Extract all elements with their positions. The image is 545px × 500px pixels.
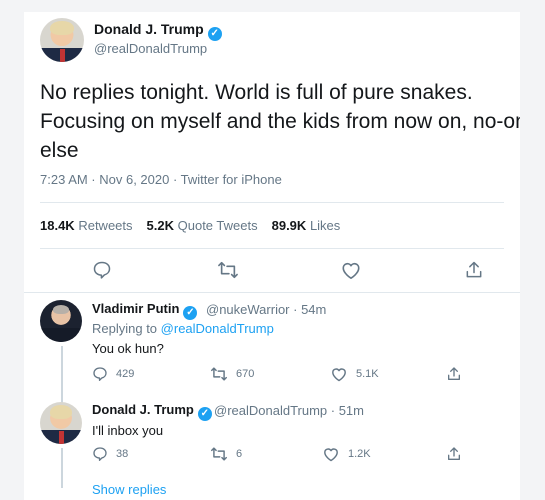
tweet-card: Donald J. Trump ✓ @realDonaldTrump No rep… [24,12,520,500]
reply-handle-time[interactable]: @nukeWarrior · 54m [206,302,326,317]
like-button[interactable]: 1.2K [322,446,371,462]
divider [40,202,504,203]
tweet-text: No replies tonight. World is full of pur… [40,78,520,165]
divider [40,248,504,249]
tweet-text-line: Focusing on myself and the kids from now… [40,110,520,133]
verified-icon: ✓ [197,407,212,421]
like-icon [342,262,360,279]
show-replies-link[interactable]: Show replies [92,482,166,497]
retweet-icon [211,367,227,381]
reply-button[interactable]: 38 [92,446,128,462]
main-action-bar [24,260,520,284]
reply-icon [93,447,107,461]
reply-count: 38 [116,448,129,460]
like-icon [324,448,338,462]
tweet-text-line: else [40,139,79,162]
share-button[interactable] [464,260,484,280]
reply-text: You ok hun? [92,341,164,356]
reply-action-bar: 38 6 1.2K [24,446,520,464]
retweet-button[interactable]: 670 [210,366,254,382]
retweet-icon [218,261,238,279]
quotes-stat[interactable]: 5.2K Quote Tweets [147,218,258,233]
retweet-button[interactable] [217,260,239,280]
share-icon [448,367,460,380]
tweet-stats: 18.4K Retweets 5.2K Quote Tweets 89.9K Lik… [40,218,340,233]
reply-icon [93,367,107,381]
share-icon [448,447,460,460]
verified-icon: ✓ [183,306,198,320]
reply-author-name[interactable]: Vladimir Putin ✓ [92,301,198,320]
reply-button[interactable]: 429 [92,366,134,382]
retweet-button[interactable]: 6 [210,446,242,462]
replying-to-link[interactable]: @realDonaldTrump [161,321,274,336]
author-name[interactable]: Donald J. Trump ✓ [94,21,222,41]
reply-author-name[interactable]: Donald J. Trump ✓ [92,402,212,421]
reply-icon [93,261,111,279]
share-button[interactable] [446,366,462,382]
likes-stat[interactable]: 89.9K Likes [272,218,341,233]
author-name-text: Donald J. Trump [94,21,204,37]
verified-icon: ✓ [207,27,222,41]
retweet-icon [211,447,227,461]
avatar[interactable] [40,18,84,62]
divider [24,292,520,293]
avatar[interactable] [40,300,82,342]
like-button[interactable]: 5.1K [330,366,379,382]
reply-action-bar: 429 670 5.1K [24,366,520,384]
like-icon [332,368,346,382]
retweets-stat[interactable]: 18.4K Retweets [40,218,133,233]
author-handle[interactable]: @realDonaldTrump [94,41,207,56]
replying-to: Replying to @realDonaldTrump [92,321,274,336]
tweet-text-line: No replies tonight. World is full of pur… [40,81,473,104]
tweet-timestamp[interactable]: 7:23 AM · Nov 6, 2020 · Twitter for iPho… [40,172,282,187]
avatar[interactable] [40,402,82,444]
share-button[interactable] [446,446,462,462]
reply-text: I'll inbox you [92,423,164,438]
like-button[interactable] [340,260,362,280]
retweet-count: 670 [236,368,255,380]
reply-handle-time[interactable]: @realDonaldTrump · 51m [214,403,364,418]
reply-button[interactable] [92,260,112,280]
like-count: 5.1K [356,368,379,380]
retweet-count: 6 [236,448,243,460]
share-icon [466,261,482,278]
reply-count: 429 [116,368,135,380]
like-count: 1.2K [348,448,371,460]
